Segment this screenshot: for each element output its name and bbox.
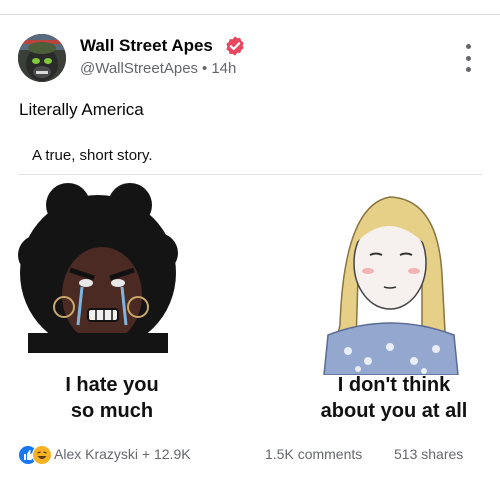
more-options-button[interactable] <box>458 44 478 72</box>
meme-image[interactable]: A true, short story. I hate you so much … <box>18 138 482 436</box>
author-handle[interactable]: @WallStreetApes <box>80 60 198 77</box>
author-avatar[interactable] <box>18 34 66 82</box>
haha-reaction-icon <box>32 445 52 465</box>
meme-right-line1: I don't think <box>337 374 451 396</box>
meme-illustration <box>18 183 459 375</box>
meme-left-line1: I hate you <box>65 374 159 396</box>
meme-right-line2: about you at all <box>320 400 468 422</box>
more-vertical-icon <box>465 44 471 49</box>
post-text: Literally America <box>19 100 144 119</box>
top-divider <box>0 14 500 15</box>
post-footer: Alex Krazyski + 12.9K 1.5K comments 513 … <box>18 444 482 466</box>
reaction-icons[interactable] <box>18 445 58 465</box>
more-dot <box>465 67 471 72</box>
post-meta: @WallStreetApes • 14h <box>80 60 236 77</box>
post-header: Wall Street Apes @WallStreetApes • 14h <box>18 34 482 84</box>
more-dot <box>465 55 471 61</box>
author-name[interactable]: Wall Street Apes <box>80 36 213 56</box>
meme-text-right: I don't think about you at all <box>304 372 482 424</box>
calm-character-illustration <box>323 196 459 375</box>
meme-left-line2: so much <box>70 400 154 422</box>
meta-separator: • <box>202 60 208 77</box>
verified-badge-icon <box>226 36 244 56</box>
comments-count[interactable]: 1.5K comments <box>265 446 362 462</box>
meme-caption: A true, short story. <box>32 147 153 164</box>
post-timestamp[interactable]: 14h <box>211 60 236 77</box>
gorilla-avatar-icon <box>18 34 66 82</box>
angry-character-illustration <box>18 183 178 353</box>
shares-count[interactable]: 513 shares <box>394 446 463 462</box>
meme-text-left: I hate you so much <box>52 372 172 424</box>
reactors-summary[interactable]: Alex Krazyski + 12.9K <box>54 446 191 462</box>
